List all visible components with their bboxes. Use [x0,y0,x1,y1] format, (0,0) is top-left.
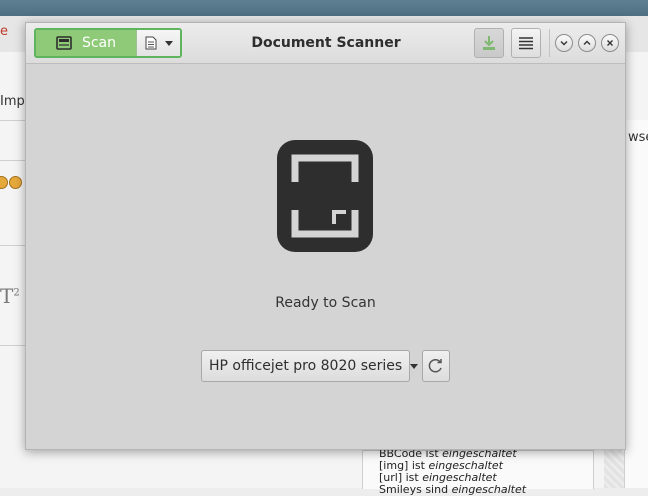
background-text-fragment: Imp [0,94,25,109]
browser-tab-close-icon[interactable]: e [0,24,8,39]
bbcode-info-box: BBCode ist eingeschaltet [img] ist einge… [362,447,594,496]
window-title: Document Scanner [251,35,401,51]
hamburger-menu-icon [519,37,533,50]
header-bar: Scan Document Scanner [26,23,625,64]
document-type-dropdown[interactable] [137,30,180,56]
selected-device-label: HP officejet pro 8020 series [209,358,403,374]
document-icon [145,36,156,50]
chevron-down-icon [164,40,173,46]
scanner-placeholder-icon [277,140,373,252]
scan-button-label: Scan [81,35,117,51]
status-label: Ready to Scan [275,295,376,311]
document-scanner-window: Scan Document Scanner Ready to Scan HP o… [25,22,626,450]
background-side-panel [624,120,648,488]
minimize-button[interactable] [555,34,573,52]
desktop-top-bar [0,0,648,16]
bbcode-line: Smileys sind eingeschaltet [379,483,527,496]
scan-button-group: Scan [34,28,182,58]
chevron-down-icon [410,363,419,369]
main-menu-button[interactable] [511,28,541,58]
maximize-button[interactable] [578,34,596,52]
close-button[interactable] [601,34,619,52]
minimize-icon [560,41,568,46]
scanner-device-select[interactable]: HP officejet pro 8020 series [201,350,419,382]
save-download-icon [483,36,495,50]
background-text-fragment: wsei [628,130,648,145]
scanner-icon [56,36,72,50]
close-icon [607,40,613,46]
superscript-format-icon[interactable]: T2 [0,284,20,308]
refresh-devices-button[interactable] [422,350,450,382]
angry-smiley-icon[interactable] [9,176,22,189]
header-separator [549,29,550,57]
refresh-icon [428,358,442,373]
save-button[interactable] [474,28,504,58]
scan-button[interactable]: Scan [36,30,137,56]
maximize-icon [583,40,591,45]
